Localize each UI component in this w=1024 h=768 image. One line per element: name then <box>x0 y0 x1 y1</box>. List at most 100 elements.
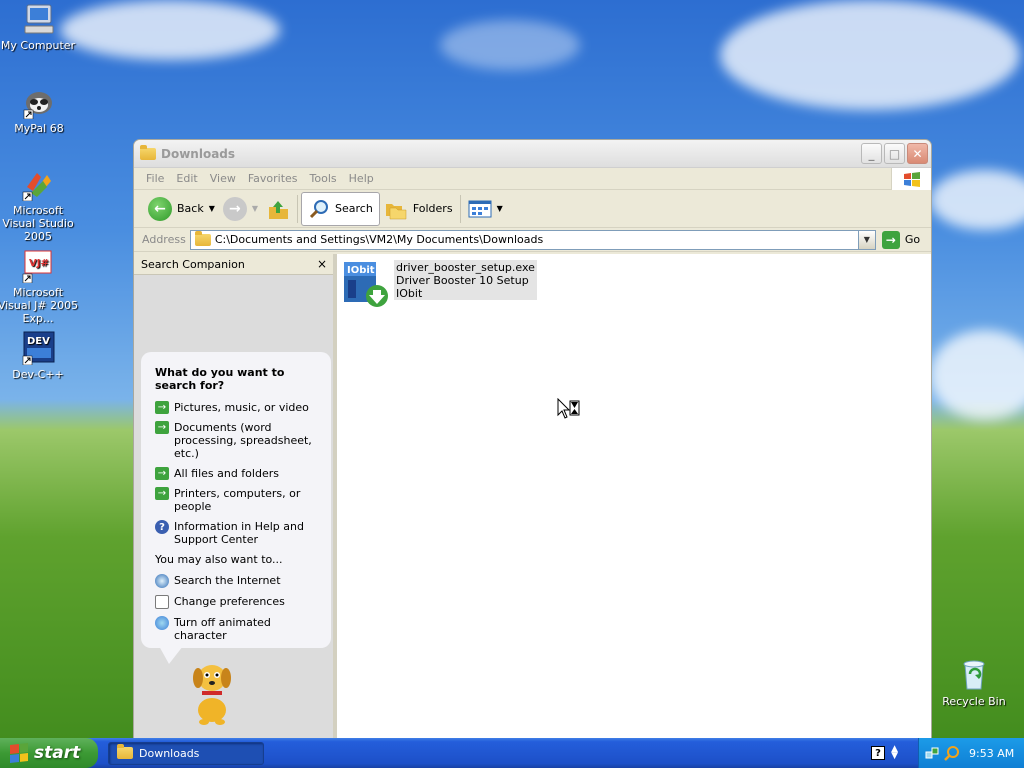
search-option-printers[interactable]: → Printers, computers, or people <box>155 487 317 513</box>
raccoon-icon <box>22 85 56 120</box>
green-arrow-icon: → <box>155 487 169 500</box>
views-button[interactable]: ▼ <box>464 196 507 222</box>
forward-dropdown-icon: ▼ <box>251 204 259 213</box>
visual-jsharp-icon: VJ# <box>21 249 55 284</box>
desktop-icon-label: Microsoft Visual Studio 2005 <box>2 204 74 243</box>
menu-tools[interactable]: Tools <box>306 172 345 185</box>
svg-text:DEV: DEV <box>27 336 50 347</box>
language-bar: ? ▲ ▼ <box>871 745 898 761</box>
taskbar-button-downloads[interactable]: Downloads <box>108 741 264 765</box>
green-arrow-icon: → <box>155 421 169 434</box>
back-button[interactable]: ← Back ▼ <box>144 194 219 224</box>
character-icon <box>155 616 169 630</box>
taskbar: start Downloads ? ▲ ▼ 9:53 AM <box>0 738 1024 768</box>
desktop-icon-mypal[interactable]: MyPal 68 <box>0 85 81 135</box>
folders-button[interactable]: Folders <box>380 195 457 223</box>
desktop-icon-label: My Computer <box>0 39 76 52</box>
search-companion-header: Search Companion × <box>134 254 333 275</box>
address-field[interactable]: C:\Documents and Settings\VM2\My Documen… <box>189 229 876 250</box>
desktop-icon-dev-cpp[interactable]: DEV Dev-C++ <box>0 331 80 381</box>
views-icon <box>468 200 492 217</box>
computer-icon <box>21 2 55 36</box>
clock[interactable]: 9:53 AM <box>969 747 1014 760</box>
go-arrow-icon: → <box>881 230 900 249</box>
desktop-icon-label: Dev-C++ <box>12 368 64 381</box>
svg-text:VJ#: VJ# <box>29 258 49 269</box>
folder-icon <box>194 230 211 246</box>
forward-button[interactable]: → ▼ <box>219 194 262 224</box>
search-question: What do you want to search for? <box>155 366 285 392</box>
maximize-button[interactable]: □ <box>884 143 905 164</box>
also-want-title: You may also want to... <box>155 553 283 566</box>
option-label: Search the Internet <box>174 574 281 587</box>
search-option-documents[interactable]: → Documents (word processing, spreadshee… <box>155 421 317 460</box>
green-arrow-icon: → <box>155 467 169 480</box>
dog-icon <box>193 665 231 725</box>
search-companion-title: Search Companion <box>141 257 245 271</box>
file-item[interactable]: IObit driver_booster_setup.exe Driver Bo… <box>342 260 537 308</box>
search-option-pictures[interactable]: → Pictures, music, or video <box>155 401 317 414</box>
network-icon[interactable] <box>925 746 939 760</box>
desktop-icon-label: MyPal 68 <box>14 122 64 135</box>
views-dropdown-icon: ▼ <box>496 204 503 213</box>
desktop-icon-my-computer[interactable]: My Computer <box>0 2 80 52</box>
search-option-all-files[interactable]: → All files and folders <box>155 467 317 480</box>
turn-off-character-link[interactable]: Turn off animated character <box>155 616 317 642</box>
option-label: Change preferences <box>174 595 285 608</box>
menu-file[interactable]: File <box>142 172 172 185</box>
desktop-icon-visual-studio[interactable]: Microsoft Visual Studio 2005 <box>0 167 80 243</box>
change-preferences-link[interactable]: Change preferences <box>155 595 317 609</box>
forward-arrow-icon: → <box>222 196 247 221</box>
folders-icon <box>385 203 407 219</box>
menu-bar: File Edit View Favorites Tools Help <box>134 168 931 190</box>
close-pane-button[interactable]: × <box>317 257 327 271</box>
title-bar[interactable]: Downloads _ □ ✕ <box>134 140 931 168</box>
iobit-installer-icon: IObit <box>342 260 388 308</box>
windows-flag-icon <box>10 743 28 763</box>
menu-favorites[interactable]: Favorites <box>244 172 306 185</box>
menu-view[interactable]: View <box>206 172 244 185</box>
desktop-icon-label: Microsoft Visual J# 2005 Exp... <box>0 286 79 325</box>
windows-logo-icon <box>891 168 931 190</box>
taskbar-button-label: Downloads <box>139 746 200 760</box>
folders-label: Folders <box>412 202 453 215</box>
back-dropdown-icon[interactable]: ▼ <box>209 204 215 213</box>
internet-search-icon <box>155 574 169 588</box>
visual-studio-icon <box>21 167 55 202</box>
search-option-help[interactable]: ? Information in Help and Support Center <box>155 520 317 546</box>
back-label: Back <box>177 202 204 215</box>
search-icon <box>309 199 329 218</box>
go-label: Go <box>904 233 921 246</box>
search-dog-character[interactable] <box>184 656 240 726</box>
up-folder-button[interactable] <box>262 194 294 224</box>
green-arrow-icon: → <box>155 401 169 414</box>
minimize-button[interactable]: _ <box>861 143 882 164</box>
language-bar-options-icon[interactable]: ▲ ▼ <box>891 745 898 761</box>
desktop-icon-recycle-bin[interactable]: Recycle Bin <box>932 658 1016 708</box>
desktop-icon-visual-jsharp[interactable]: VJ# Microsoft Visual J# 2005 Exp... <box>0 249 80 325</box>
address-value: C:\Documents and Settings\VM2\My Documen… <box>214 233 544 246</box>
search-tray-icon[interactable] <box>944 745 960 761</box>
start-button[interactable]: start <box>0 738 98 768</box>
address-label: Address <box>142 233 186 246</box>
dev-cpp-icon: DEV <box>21 331 55 366</box>
desktop-icon-label: Recycle Bin <box>942 695 1006 708</box>
search-button[interactable]: Search <box>301 191 380 226</box>
search-bubble: What do you want to search for? → Pictur… <box>141 352 331 664</box>
address-dropdown-button[interactable]: ▼ <box>857 230 875 249</box>
go-button[interactable]: → Go <box>881 230 921 249</box>
start-label: start <box>34 743 81 763</box>
option-label: Pictures, music, or video <box>174 401 309 414</box>
recycle-bin-icon <box>957 658 991 692</box>
close-button[interactable]: ✕ <box>907 143 928 164</box>
menu-help[interactable]: Help <box>345 172 382 185</box>
up-folder-icon <box>269 200 289 219</box>
option-label: Printers, computers, or people <box>174 487 301 513</box>
folder-icon <box>140 144 156 160</box>
search-internet-link[interactable]: Search the Internet <box>155 574 317 588</box>
window-title: Downloads <box>161 146 236 161</box>
menu-edit[interactable]: Edit <box>172 172 205 185</box>
help-icon[interactable]: ? <box>871 746 886 760</box>
file-company: IObit <box>396 287 423 300</box>
back-arrow-icon: ← <box>148 196 172 221</box>
